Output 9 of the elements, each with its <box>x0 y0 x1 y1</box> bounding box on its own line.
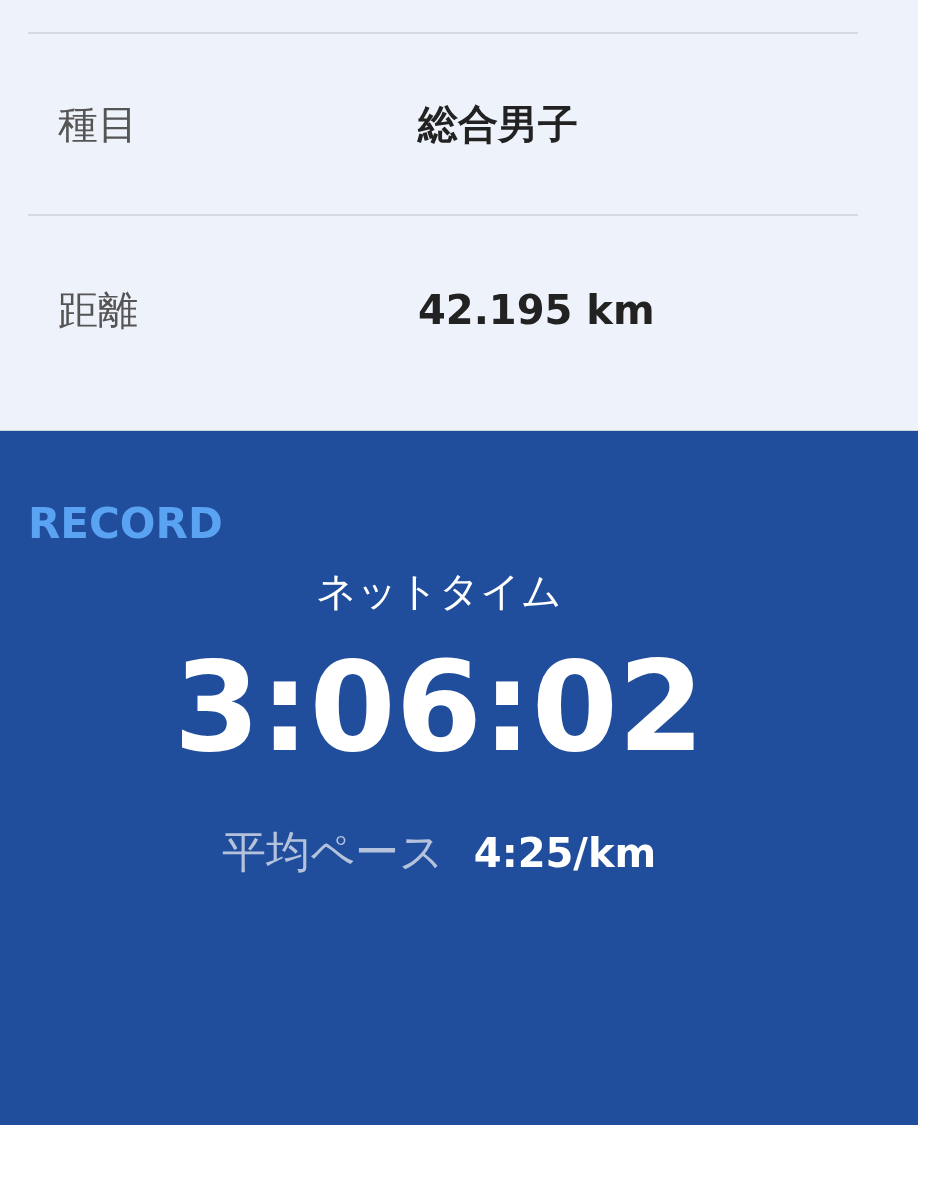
pace-label: 平均ペース <box>221 825 444 879</box>
detail-value: 42.195 km <box>418 286 655 335</box>
net-time: 3:06:02 <box>173 645 705 769</box>
pace-value: 4:25/km <box>473 829 657 878</box>
record-heading: RECORD <box>27 503 224 545</box>
detail-value: 総合男子 <box>418 100 578 149</box>
detail-label: 距離 <box>57 286 139 335</box>
time-label: ネットタイム <box>316 571 562 611</box>
detail-label: 種目 <box>57 100 139 149</box>
